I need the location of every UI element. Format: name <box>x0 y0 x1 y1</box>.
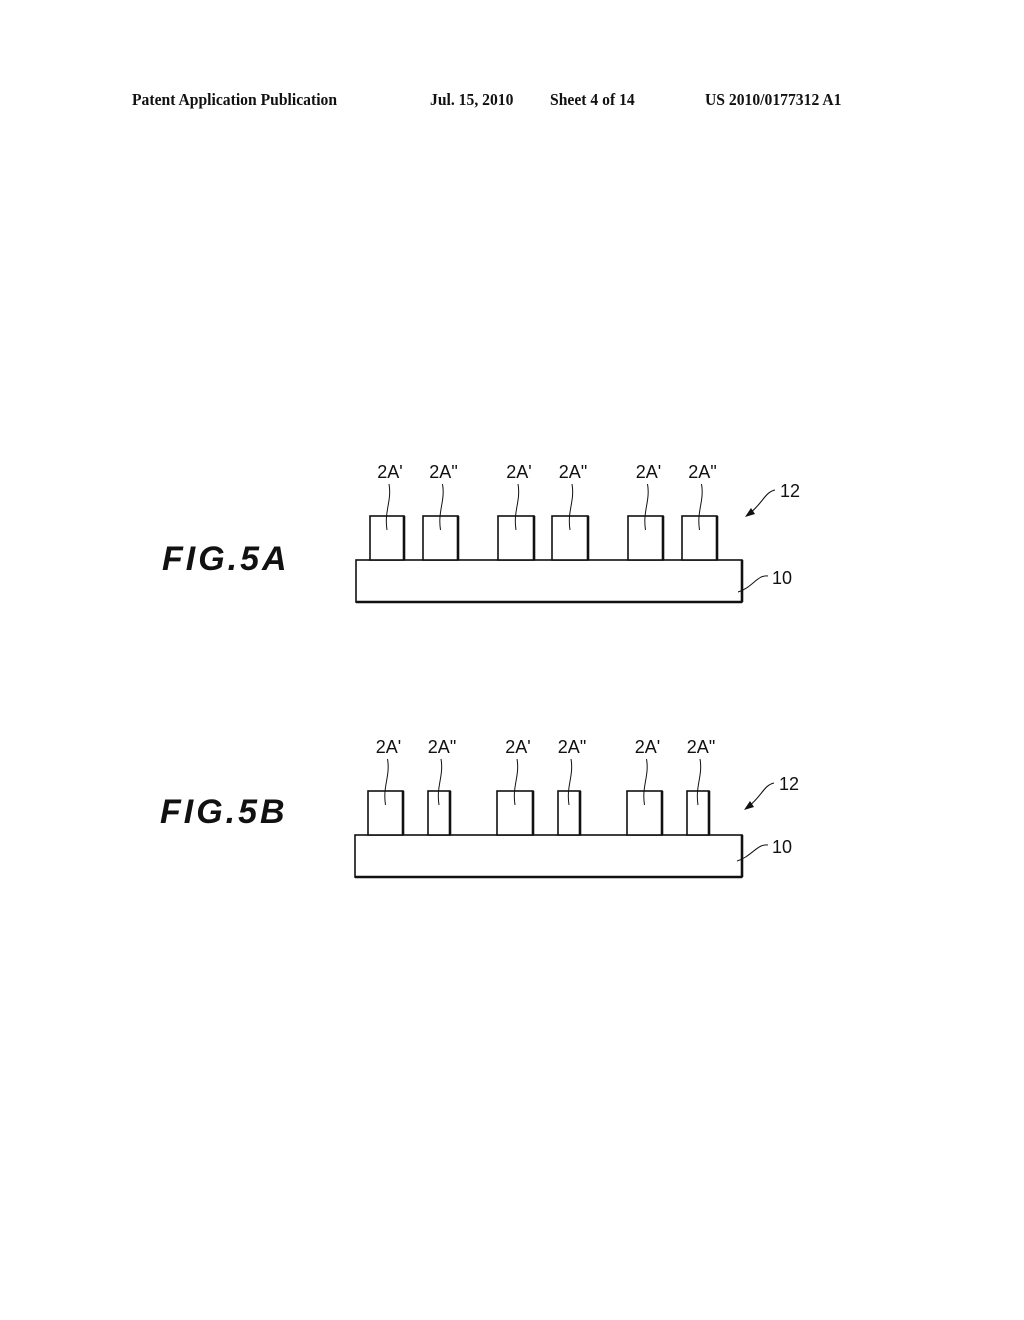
feature-label: 2A' <box>377 462 402 482</box>
reference-numeral-12: 12 <box>779 774 799 794</box>
arrow-12 <box>748 489 776 515</box>
substrate-fig5b <box>354 834 743 878</box>
patent-drawing: 2A' 2A" 2A' 2A" 2A' 2A" 12 10 2A' 2A" 2A' 2A" 2A' 2A"… <box>354 462 800 879</box>
feature-label: 2A" <box>687 737 715 757</box>
reference-numeral-10: 10 <box>772 837 792 857</box>
pattern-feature <box>686 790 710 836</box>
reference-numeral-12: 12 <box>780 481 800 501</box>
feature-label: 2A' <box>636 462 661 482</box>
feature-label: 2A' <box>376 737 401 757</box>
pattern-feature <box>627 515 664 561</box>
feature-label: 2A' <box>506 462 531 482</box>
reference-numeral-10: 10 <box>772 568 792 588</box>
pattern-feature <box>551 515 589 561</box>
feature-label: 2A" <box>559 462 587 482</box>
feature-label: 2A" <box>429 462 457 482</box>
pattern-feature <box>626 790 663 836</box>
feature-label: 2A" <box>688 462 716 482</box>
feature-label: 2A" <box>558 737 586 757</box>
pattern-feature <box>496 790 534 836</box>
pattern-feature <box>497 515 535 561</box>
feature-label: 2A' <box>505 737 530 757</box>
pattern-feature <box>367 790 404 836</box>
pattern-feature <box>369 515 405 561</box>
pattern-feature <box>557 790 581 836</box>
pattern-feature <box>681 515 718 561</box>
pattern-feature <box>422 515 459 561</box>
pattern-feature <box>427 790 451 836</box>
substrate-fig5a <box>355 559 743 603</box>
feature-label: 2A' <box>635 737 660 757</box>
arrow-12 <box>747 782 775 808</box>
feature-label: 2A" <box>428 737 456 757</box>
